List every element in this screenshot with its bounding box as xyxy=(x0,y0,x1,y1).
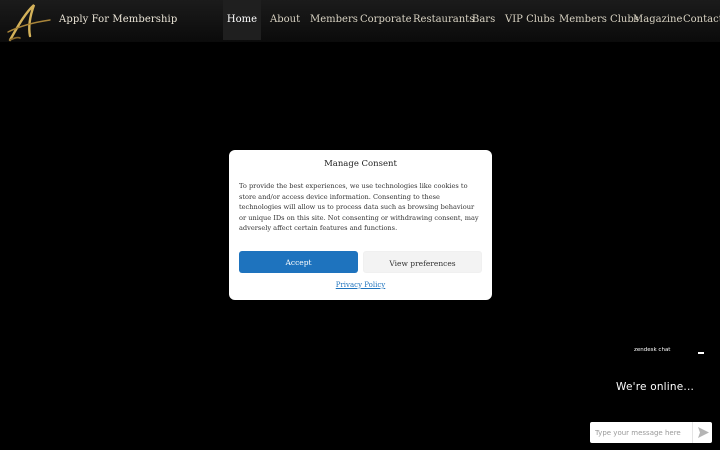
apply-membership-link[interactable]: Apply For Membership xyxy=(59,14,177,25)
site-header: Apply For Membership Home About Members … xyxy=(0,0,720,42)
nav-corporate[interactable]: Corporate xyxy=(360,0,412,40)
consent-body: To provide the best experiences, we use … xyxy=(239,182,479,232)
chat-input-box xyxy=(590,422,712,443)
nav-bars[interactable]: Bars xyxy=(472,0,495,40)
script-a-logo-icon[interactable] xyxy=(6,2,52,42)
view-preferences-button[interactable]: View preferences xyxy=(363,251,482,273)
nav-home[interactable]: Home xyxy=(223,0,261,40)
nav-about[interactable]: About xyxy=(270,0,300,40)
privacy-policy-link[interactable]: Privacy Policy xyxy=(229,281,492,289)
minimize-icon[interactable] xyxy=(698,352,704,354)
chat-brand: zendesk chat xyxy=(634,347,671,353)
chat-status: We're online... xyxy=(616,381,695,393)
send-arrow-icon xyxy=(698,427,709,438)
consent-dialog: Manage Consent To provide the best exper… xyxy=(229,150,492,300)
nav-vip-clubs[interactable]: VIP Clubs xyxy=(505,0,555,40)
nav-members-clubs[interactable]: Members Clubs xyxy=(559,0,639,40)
send-button[interactable] xyxy=(692,422,712,443)
accept-button[interactable]: Accept xyxy=(239,251,358,273)
nav-contact[interactable]: Contact xyxy=(683,0,720,40)
nav-restaurants[interactable]: Restaurants xyxy=(413,0,474,40)
nav-members[interactable]: Members xyxy=(310,0,358,40)
chat-message-input[interactable] xyxy=(590,422,690,443)
nav-magazine[interactable]: Magazine xyxy=(633,0,682,40)
consent-title: Manage Consent xyxy=(324,159,397,169)
